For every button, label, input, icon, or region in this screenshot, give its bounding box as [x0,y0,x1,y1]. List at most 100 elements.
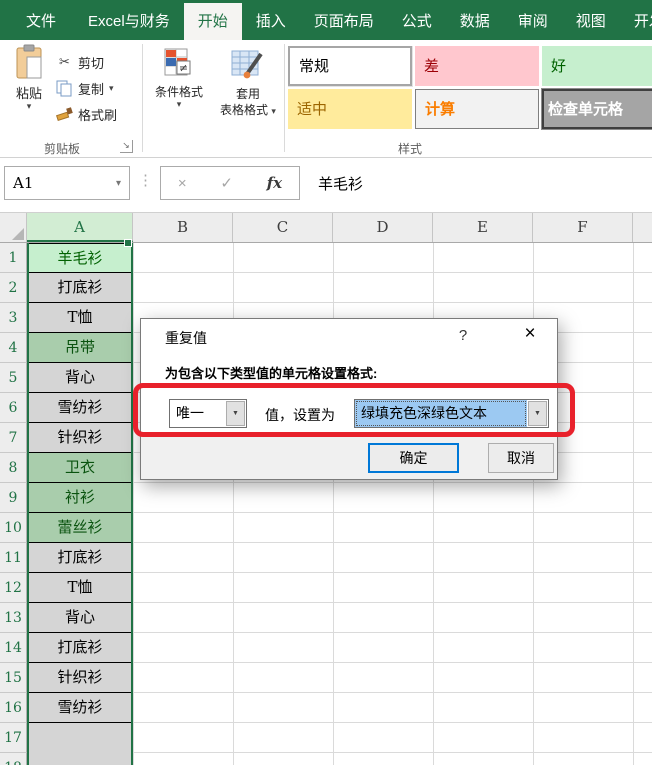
sheet-cell[interactable]: 羊毛衫 [27,243,133,273]
ribbon: 粘贴 ▾ ✂ 剪切 复制 ▾ 格式刷 剪贴板 ↘ ≠ 条件格式 ▾ 套用 表格格… [0,40,652,158]
row-header[interactable]: 7 [0,423,27,453]
insert-function-icon[interactable]: fx [267,174,282,192]
format-painter-icon [56,106,73,122]
sheet-cell[interactable]: 背心 [27,363,133,393]
dialog-close-icon[interactable]: × [517,323,543,345]
paste-dropdown-icon[interactable]: ▾ [6,102,52,111]
ok-button[interactable]: 确定 [368,443,459,473]
sheet-cell[interactable]: 吊带 [27,333,133,363]
format-style-combobox[interactable]: 绿填充色深绿色文本 ▼ [354,399,549,428]
sheet-cell[interactable] [27,753,133,765]
sheet-cell[interactable]: 衬衫 [27,483,133,513]
ribbon-tab[interactable]: 开始 [183,3,242,40]
cell-style-swatch[interactable]: 适中 [288,89,412,129]
sheet-cell[interactable]: T恤 [27,573,133,603]
format-painter-button[interactable]: 格式刷 [56,102,117,126]
sheet-cell[interactable]: 针织衫 [27,423,133,453]
formula-bar-drag-dots-icon[interactable]: ⋮ [138,171,153,189]
copy-dropdown-icon[interactable]: ▾ [109,84,114,93]
ribbon-tab[interactable]: 数据 [446,3,504,40]
format-as-table-dropdown-icon[interactable]: ▾ [271,106,276,116]
sheet-cell[interactable]: T恤 [27,303,133,333]
cell-style-swatch[interactable]: 好 [542,46,652,86]
cell-style-swatch[interactable]: 差 [415,46,539,86]
row-header[interactable]: 12 [0,573,27,603]
row-header[interactable]: 10 [0,513,27,543]
cancel-entry-icon[interactable]: × [178,175,187,192]
formula-input[interactable]: 羊毛衫 [318,166,363,200]
row-header[interactable]: 3 [0,303,27,333]
conditional-formatting-button[interactable]: ≠ 条件格式 ▾ [146,44,212,109]
value-type-combobox[interactable]: 唯一 ▼ [169,399,247,428]
row-header[interactable]: 9 [0,483,27,513]
ribbon-tab[interactable]: 页面布局 [300,3,388,40]
fill-handle[interactable] [124,239,132,247]
sheet-cell[interactable]: 打底衫 [27,633,133,663]
cell-style-swatch[interactable]: 检查单元格 [541,88,652,130]
dialog-instruction: 为包含以下类型值的单元格设置格式: [165,366,378,381]
row-header[interactable]: 2 [0,273,27,303]
cancel-button[interactable]: 取消 [488,443,554,473]
sheet-cell[interactable]: 卫衣 [27,453,133,483]
select-all-corner[interactable] [0,213,27,242]
row-header[interactable]: 18 [0,753,27,765]
sheet-cell[interactable] [27,723,133,753]
format-style-chevron-icon[interactable]: ▼ [528,401,547,426]
column-header-row: ABCDEF [0,213,652,243]
ribbon-tab[interactable]: 审阅 [504,3,562,40]
cut-button[interactable]: ✂ 剪切 [56,50,104,74]
column-header[interactable]: A [27,213,133,242]
clipboard-dialog-launcher-icon[interactable]: ↘ [120,140,133,153]
column-header[interactable]: F [533,213,633,242]
ribbon-tab[interactable]: 开发 [620,3,652,40]
confirm-entry-icon[interactable]: ✓ [220,174,233,192]
name-box-dropdown-icon[interactable]: ▾ [116,178,121,189]
row-header[interactable]: 13 [0,603,27,633]
copy-icon [56,80,73,97]
sheet-cell[interactable]: 打底衫 [27,543,133,573]
row-header[interactable]: 16 [0,693,27,723]
sheet-cell[interactable]: 蕾丝衫 [27,513,133,543]
conditional-formatting-dropdown-icon[interactable]: ▾ [146,100,212,109]
name-box[interactable]: A1 ▾ [4,166,130,200]
row-header[interactable]: 4 [0,333,27,363]
dialog-help-button[interactable]: ? [453,327,473,344]
formula-bar-buttons: × ✓ fx [160,166,300,200]
sheet-cell[interactable]: 雪纺衫 [27,693,133,723]
row-header[interactable]: 1 [0,243,27,273]
ribbon-tab[interactable]: 公式 [388,3,446,40]
row-header[interactable]: 11 [0,543,27,573]
duplicate-values-dialog: 重复值 ? × 为包含以下类型值的单元格设置格式: 唯一 ▼ 值，设置为 绿填充… [140,318,558,480]
sheet-cell[interactable]: 背心 [27,603,133,633]
sheet-cell[interactable]: 针织衫 [27,663,133,693]
format-as-table-label-line2: 表格格式 ▾ [220,103,276,117]
row-header[interactable]: 14 [0,633,27,663]
sheet-cell[interactable]: 打底衫 [27,273,133,303]
ribbon-tab[interactable]: 视图 [562,3,620,40]
row-header[interactable]: 5 [0,363,27,393]
value-type-chevron-icon[interactable]: ▼ [226,401,245,426]
column-header[interactable]: D [333,213,433,242]
name-box-value: A1 [13,174,34,192]
clipboard-group-label: 剪贴板 [43,142,81,156]
column-header[interactable]: B [133,213,233,242]
ribbon-tab[interactable]: 文件 [8,3,74,40]
row-header[interactable]: 15 [0,663,27,693]
row-header[interactable]: 17 [0,723,27,753]
worksheet-grid: ABCDEF 123456789101112131415161718 羊毛衫打底… [0,213,652,765]
row-header[interactable]: 8 [0,453,27,483]
copy-button[interactable]: 复制 ▾ [56,76,114,100]
ribbon-tab[interactable]: 插入 [242,3,300,40]
row-header[interactable]: 6 [0,393,27,423]
cell-style-swatch[interactable]: 常规 [288,46,413,87]
cut-label: 剪切 [78,55,105,71]
cell-style-swatch[interactable]: 计算 [415,89,539,129]
sheet-cell[interactable]: 雪纺衫 [27,393,133,423]
formula-bar: A1 ▾ ⋮ × ✓ fx 羊毛衫 [0,158,652,213]
value-type-selected: 唯一 [176,405,204,421]
ribbon-tab[interactable]: Excel与财务 [74,3,184,40]
column-header[interactable]: C [233,213,333,242]
column-header[interactable]: E [433,213,533,242]
format-as-table-button[interactable]: 套用 表格格式 ▾ [212,44,284,118]
paste-button[interactable]: 粘贴 ▾ [6,44,52,138]
